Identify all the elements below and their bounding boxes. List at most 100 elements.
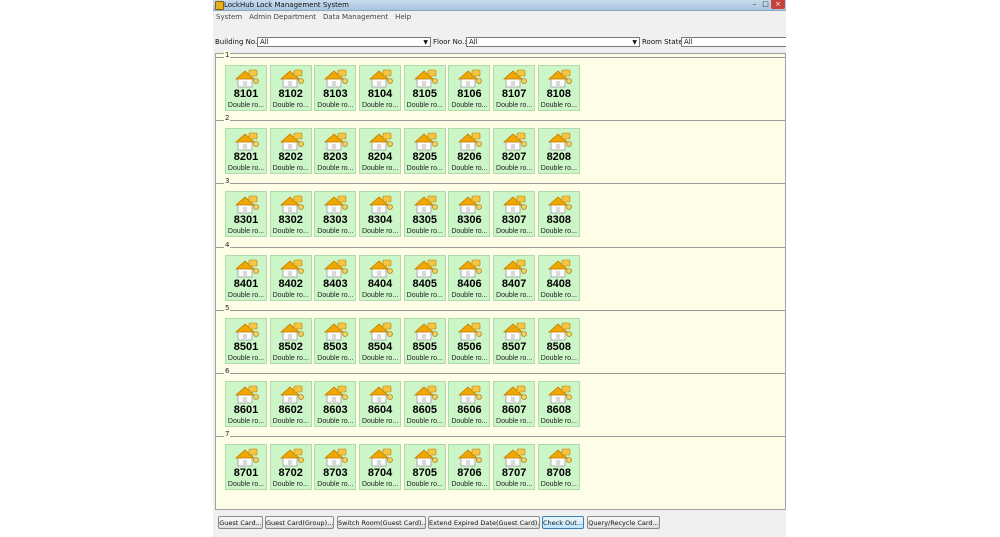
room-tile[interactable]: 8403 Double ro...	[314, 254, 357, 301]
room-tile[interactable]: 8308 Double ro...	[537, 191, 580, 238]
menu-data-management[interactable]: Data Management	[323, 11, 388, 23]
room-number: 8706	[457, 467, 482, 480]
room-tile[interactable]: 8204 Double ro...	[359, 128, 402, 175]
room-tile[interactable]: 8301 Double ro...	[225, 191, 267, 238]
room-tile[interactable]: 8503 Double ro...	[314, 317, 357, 364]
room-tile[interactable]: 8704 Double ro...	[359, 444, 402, 491]
room-type: Double ro...	[361, 165, 399, 173]
room-number: 8407	[501, 277, 527, 290]
room-type: Double ro...	[406, 165, 443, 173]
room-tile[interactable]: 8507 Double ro...	[493, 317, 536, 364]
room-tile[interactable]: 8207 Double ro...	[493, 128, 536, 175]
room-type: Double ro...	[540, 481, 577, 489]
room-tile[interactable]: 8201 Double ro...	[225, 128, 267, 175]
room-tile[interactable]: 8708 Double ro...	[537, 444, 580, 491]
room-type: Double ro...	[406, 418, 443, 425]
room-number: 8201	[233, 151, 259, 164]
query-recycle-card-button[interactable]: Query/Recycle Card...	[587, 516, 660, 529]
room-tile[interactable]: 8504 Double ro...	[359, 317, 402, 364]
room-tile[interactable]: 8203 Double ro...	[314, 128, 357, 175]
room-type: Double ro...	[227, 291, 265, 299]
room-tile[interactable]: 8103 Double ro...	[314, 65, 357, 111]
house-key-icon	[279, 448, 304, 467]
room-tile[interactable]: 8601 Double ro...	[225, 381, 267, 427]
room-type: Double ro...	[496, 228, 533, 236]
switch-room-button[interactable]: Switch Room(Guest Card)...	[337, 516, 426, 529]
room-tile[interactable]: 8406 Double ro...	[448, 254, 491, 301]
room-row: 8501 Double ro... 8502 Double ro... 8503 Doub…	[225, 317, 583, 364]
filter-bar: Building No.: All ▼ Floor No.: All ▼ Roo…	[213, 35, 786, 50]
room-tile[interactable]: 8407 Double ro...	[493, 254, 536, 301]
room-tile[interactable]: 8701 Double ro...	[225, 444, 267, 491]
room-tile[interactable]: 8307 Double ro...	[493, 191, 536, 238]
room-tile[interactable]: 8302 Double ro...	[269, 191, 312, 238]
minimize-icon[interactable]: –	[749, 0, 760, 9]
room-tile[interactable]: 8105 Double ro...	[403, 65, 446, 111]
chevron-down-icon: ▼	[632, 39, 637, 46]
room-tile[interactable]: 8107 Double ro...	[493, 65, 536, 111]
room-tile[interactable]: 8703 Double ro...	[314, 444, 357, 491]
room-number: 8607	[501, 404, 527, 416]
room-tile[interactable]: 8602 Double ro...	[269, 381, 312, 427]
room-tile[interactable]: 8706 Double ro...	[448, 444, 491, 491]
room-tile[interactable]: 8405 Double ro...	[403, 254, 446, 301]
room-type: Double ro...	[272, 165, 309, 173]
room-type: Double ro...	[540, 418, 577, 425]
building-filter-select[interactable]: All ▼	[257, 37, 431, 47]
room-type: Double ro...	[451, 228, 488, 236]
room-tile[interactable]: 8603 Double ro...	[314, 381, 357, 427]
room-tile[interactable]: 8304 Double ro...	[359, 191, 402, 238]
room-tile[interactable]: 8101 Double ro...	[225, 65, 267, 111]
room-tile[interactable]: 8206 Double ro...	[448, 128, 491, 175]
maximize-icon[interactable]: □	[760, 0, 771, 9]
menu-admin-department[interactable]: Admin Department	[249, 11, 316, 23]
guest-card-button[interactable]: Guest Card...	[218, 516, 263, 529]
room-number: 8705	[412, 467, 437, 480]
house-key-icon	[279, 259, 304, 277]
room-type: Double ro...	[496, 165, 533, 173]
extend-expired-date-button[interactable]: Extend Expired Date(Guest Card)...	[428, 516, 540, 529]
menu-system[interactable]: System	[216, 11, 242, 23]
house-key-icon	[369, 259, 393, 277]
room-tile[interactable]: 8404 Double ro...	[359, 254, 402, 301]
floor-label: 3	[224, 177, 231, 187]
room-tile[interactable]: 8401 Double ro...	[225, 254, 267, 301]
room-type: Double ro...	[496, 102, 533, 109]
room-tile[interactable]: 8707 Double ro...	[493, 444, 536, 491]
room-tile[interactable]: 8705 Double ro...	[403, 444, 446, 491]
room-number: 8604	[367, 404, 393, 416]
house-key-icon	[547, 132, 572, 151]
room-tile[interactable]: 8502 Double ro...	[269, 317, 312, 364]
room-tile[interactable]: 8303 Double ro...	[314, 191, 357, 238]
room-tile[interactable]: 8605 Double ro...	[403, 381, 446, 427]
room-tile[interactable]: 8305 Double ro...	[403, 191, 446, 238]
room-tile[interactable]: 8505 Double ro...	[403, 317, 446, 364]
room-tile[interactable]: 8202 Double ro...	[269, 128, 312, 175]
room-tile[interactable]: 8208 Double ro...	[537, 128, 580, 175]
room-tile[interactable]: 8108 Double ro...	[537, 65, 580, 111]
room-tile[interactable]: 8102 Double ro...	[269, 65, 312, 111]
house-key-icon	[369, 385, 393, 404]
floor-filter-select[interactable]: All ▼	[466, 37, 640, 47]
room-tile[interactable]: 8604 Double ro...	[359, 381, 402, 427]
room-tile[interactable]: 8402 Double ro...	[269, 254, 312, 301]
room-tile[interactable]: 8306 Double ro...	[448, 191, 491, 238]
room-tile[interactable]: 8501 Double ro...	[225, 317, 267, 364]
menu-help[interactable]: Help	[395, 11, 411, 23]
close-icon[interactable]: ×	[771, 0, 785, 9]
room-tile[interactable]: 8608 Double ro...	[537, 381, 580, 427]
room-tile[interactable]: 8408 Double ro...	[537, 254, 580, 301]
check-out-button[interactable]: Check Out...	[542, 516, 584, 529]
room-tile[interactable]: 8607 Double ro...	[493, 381, 536, 427]
room-tile[interactable]: 8508 Double ro...	[537, 317, 580, 364]
room-tile[interactable]: 8205 Double ro...	[403, 128, 446, 175]
house-key-icon	[458, 132, 483, 151]
state-filter-select[interactable]: All	[681, 37, 786, 47]
guest-card-group-button[interactable]: Guest Card(Group)...	[265, 516, 334, 529]
room-tile[interactable]: 8104 Double ro...	[359, 65, 402, 111]
room-tile[interactable]: 8106 Double ro...	[448, 65, 491, 111]
room-tile[interactable]: 8606 Double ro...	[448, 381, 491, 427]
room-tile[interactable]: 8702 Double ro...	[269, 444, 312, 491]
room-tile[interactable]: 8506 Double ro...	[448, 317, 491, 364]
room-type: Double ro...	[540, 354, 577, 362]
